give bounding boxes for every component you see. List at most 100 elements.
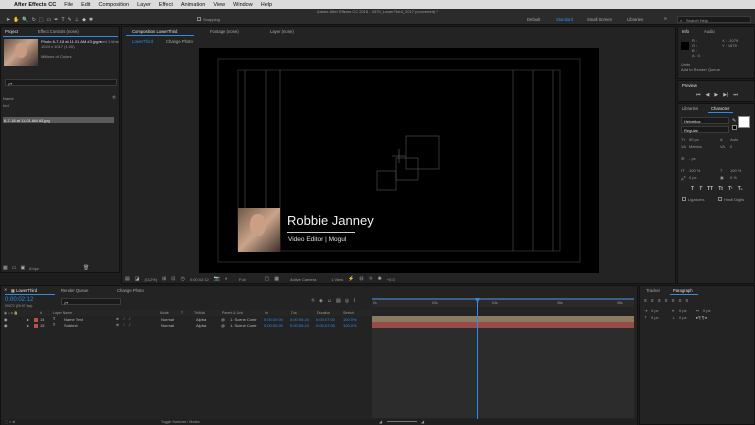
comp-flowchart-icon[interactable]: ⛗ — [311, 298, 315, 304]
layer-name[interactable]: Name Text — [64, 317, 83, 322]
menu-view[interactable]: View — [213, 2, 225, 8]
first-frame-icon[interactable]: ⏮ — [696, 92, 701, 98]
toggle-modes[interactable]: Toggle Switches / Modes — [161, 420, 200, 424]
menu-composition[interactable]: Composition — [99, 2, 130, 8]
exposure-value[interactable]: +0.0 — [387, 277, 395, 282]
baseline-value[interactable]: 0 px — [689, 175, 697, 180]
lower-third-photo[interactable] — [238, 208, 280, 252]
space-before-value[interactable]: 0 px — [651, 315, 659, 320]
tool-icons[interactable]: ➤✋🔍↻⬚▭✒T✎⊥◆✱ — [6, 17, 96, 23]
eye-icon[interactable]: ◉ — [4, 323, 8, 328]
font-size-value[interactable]: 50 px — [689, 137, 699, 142]
vscale-value[interactable]: 100 % — [689, 168, 700, 173]
subscript-button[interactable]: T₁ — [738, 186, 743, 192]
expand-icon[interactable]: ▸ — [27, 323, 29, 328]
work-area-bar[interactable] — [372, 298, 634, 300]
col-name[interactable]: Name — [3, 96, 14, 101]
align-center-icon[interactable]: ≡ — [651, 298, 654, 304]
justify-center-icon[interactable]: ≡ — [672, 298, 675, 304]
menu-layer[interactable]: Layer — [137, 2, 151, 8]
workspace-standard[interactable]: Standard — [556, 17, 573, 22]
snapshot-icon[interactable]: 📷 — [214, 276, 220, 282]
menu-effect[interactable]: Effect — [159, 2, 173, 8]
last-frame-icon[interactable]: ⏭ — [733, 92, 738, 98]
flowchart-icon[interactable]: ⛗ — [112, 95, 116, 101]
all-caps-button[interactable]: TT — [707, 186, 713, 192]
eyedropper-icon[interactable]: ✎ — [732, 118, 736, 124]
search-help-input[interactable]: ⌕ Search Help — [677, 16, 751, 23]
roi-icon[interactable]: ▢ — [264, 276, 269, 282]
tab-lowerthird[interactable]: ▦ LowerThird — [11, 288, 37, 293]
col-layer-name[interactable]: Layer Name — [53, 311, 72, 315]
snapping-checkbox[interactable] — [197, 17, 201, 21]
list-item-selected[interactable]: 6-7-18 at 11.01 AM #3.jpg — [3, 117, 114, 123]
tab-project[interactable]: Project — [5, 29, 18, 34]
graph-editor-icon[interactable]: ⌇ — [353, 298, 355, 304]
leading-value[interactable]: Auto — [730, 137, 738, 142]
layer-name[interactable]: Subtext — [64, 323, 78, 328]
zoom-in-icon[interactable]: ◢ — [421, 419, 424, 424]
workspace-default[interactable]: Default — [527, 17, 540, 22]
indent-first-value[interactable]: 0 px — [703, 308, 711, 313]
tab-tracker[interactable]: Tracker — [646, 288, 660, 293]
prev-frame-icon[interactable]: ◀ — [706, 92, 710, 98]
pickwhip-icon[interactable]: @ — [221, 323, 225, 328]
close-icon[interactable]: ✕ — [4, 287, 7, 292]
menu-edit[interactable]: Edit — [81, 2, 90, 8]
flowchart-icon[interactable]: ⛗ — [369, 276, 373, 282]
menu-animation[interactable]: Animation — [181, 2, 205, 8]
justify-all-icon[interactable]: ≡ — [686, 298, 689, 304]
transparency-icon[interactable]: ▦ — [274, 276, 279, 282]
text-direction-icons[interactable]: ▸¶ ¶◂ — [696, 315, 707, 321]
exposure-icon[interactable]: ✺ — [378, 276, 382, 282]
tab-character[interactable]: Character — [711, 106, 729, 111]
interpret-icon[interactable]: ▦ — [3, 266, 8, 271]
label-color[interactable] — [34, 318, 38, 322]
views-select[interactable]: 1 View — [331, 277, 343, 282]
tab-paragraph[interactable]: Paragraph — [673, 288, 693, 293]
tab-preview[interactable]: Preview — [682, 83, 697, 88]
timeline-timecode[interactable]: 0:00:02:12 — [5, 297, 33, 303]
zoom-slider[interactable] — [387, 421, 417, 422]
layer-duration[interactable]: 0:00:07:00 — [316, 317, 335, 322]
fast-preview-icon[interactable]: ⚡ — [348, 276, 354, 282]
layer-stretch[interactable]: 100.0% — [343, 323, 357, 328]
workspace-libraries[interactable]: Libraries — [627, 17, 643, 22]
hscale-value[interactable]: 100 % — [730, 168, 741, 173]
layer-in[interactable]: 0:00:00:00 — [264, 323, 283, 328]
align-left-icon[interactable]: ≡ — [644, 298, 647, 304]
stroke-color-swatch[interactable] — [732, 125, 737, 130]
shy-icon[interactable]: ☺ — [327, 298, 332, 304]
layer-in[interactable]: 0:00:00:00 — [264, 317, 283, 322]
zoom-out-icon[interactable]: ◢ — [379, 419, 382, 424]
color-icon[interactable]: ◐ — [225, 276, 228, 282]
viewer-timecode[interactable]: 0:00:02:12 — [190, 277, 209, 282]
tab-audio[interactable]: Audio — [704, 29, 715, 34]
layer-stretch[interactable]: 100.0% — [343, 317, 357, 322]
menu-window[interactable]: Window — [233, 2, 253, 8]
tracking-value[interactable]: 0 — [730, 144, 732, 149]
time-ruler[interactable]: 0s 02s 04s 06s 08s — [372, 298, 634, 307]
ligatures-checkbox[interactable] — [682, 197, 686, 201]
stroke-width-value[interactable]: - px — [689, 156, 696, 161]
menu-help[interactable]: Help — [261, 2, 272, 8]
grid-icon[interactable]: ⊞ — [162, 276, 166, 282]
frame-blend-icon[interactable]: ▤ — [336, 298, 341, 304]
project-search-input[interactable]: ρ▾ — [5, 79, 117, 86]
app-menu[interactable]: After Effects CC — [14, 2, 56, 8]
kerning-value[interactable]: Metrics — [689, 144, 702, 149]
tab-render-queue[interactable]: Render Queue — [61, 288, 88, 293]
resolution-select[interactable]: Full — [239, 277, 245, 282]
lower-third-name[interactable]: Robbie Janney — [287, 213, 374, 228]
timecode-icon[interactable]: ◷ — [180, 276, 184, 282]
playhead[interactable] — [477, 298, 478, 420]
workspace-chevron-icon[interactable]: » — [664, 16, 667, 22]
faux-bold-button[interactable]: T — [691, 186, 694, 192]
layer-switches[interactable]: ⊕ ⁄ ⁄ — [116, 317, 132, 321]
justify-left-icon[interactable]: ≡ — [665, 298, 668, 304]
label-color[interactable] — [34, 324, 38, 328]
bpc-label[interactable]: 8 bpc — [29, 266, 39, 271]
trash-icon[interactable]: 🗑 — [83, 266, 89, 271]
justify-right-icon[interactable]: ≡ — [679, 298, 682, 304]
tab-composition[interactable]: Composition LowerThird — [132, 29, 177, 34]
